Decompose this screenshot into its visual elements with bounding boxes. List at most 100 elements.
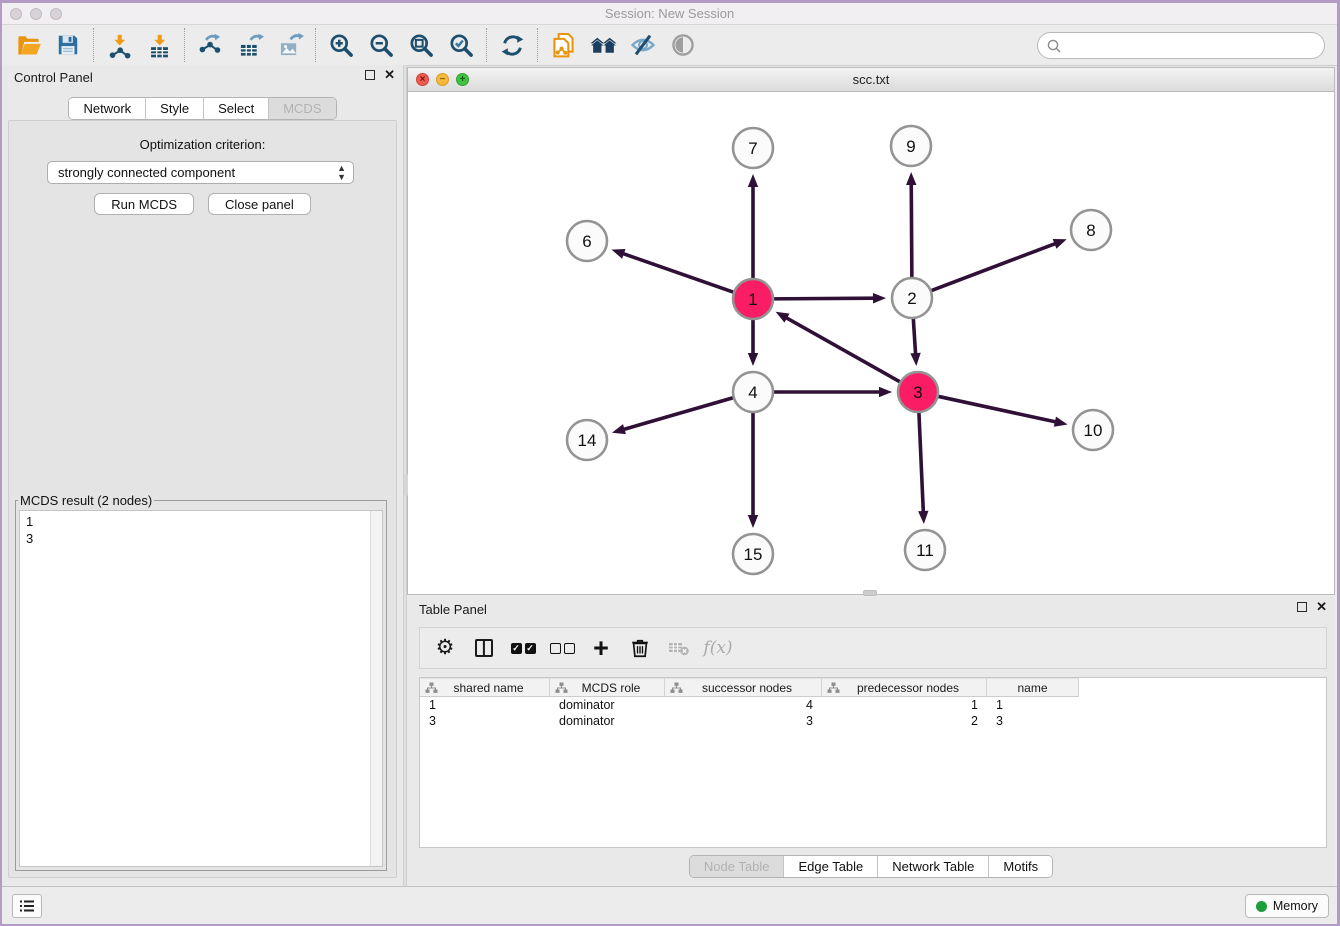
unselect-all-columns-icon[interactable] <box>547 633 577 663</box>
control-panel-float-icon[interactable] <box>365 70 375 80</box>
tab-style[interactable]: Style <box>146 98 204 119</box>
graph-edge-arrowhead <box>612 249 626 259</box>
function-builder-icon: f(x) <box>703 633 733 663</box>
task-history-button[interactable] <box>12 894 42 918</box>
splitter-grip-icon[interactable] <box>863 590 877 596</box>
export-table-icon[interactable] <box>230 27 270 63</box>
graph-edge-3-10[interactable] <box>936 396 1057 422</box>
tab-motifs[interactable]: Motifs <box>989 856 1052 877</box>
tab-node-table[interactable]: Node Table <box>690 856 785 877</box>
hide-graphics-details-icon[interactable] <box>623 27 663 63</box>
graph-edge-2-9[interactable] <box>911 183 912 280</box>
table-cell[interactable]: 3 <box>420 713 550 729</box>
graph-node-label: 3 <box>913 383 922 402</box>
column-type-icon <box>670 682 683 694</box>
table-cell[interactable]: 2 <box>822 713 987 729</box>
search-box[interactable] <box>1037 32 1325 59</box>
graph-edge-1-2[interactable] <box>771 298 875 299</box>
main-titlebar: Session: New Session <box>2 3 1337 25</box>
table-cell[interactable]: 3 <box>987 713 1079 729</box>
graph-edge-1-6[interactable] <box>622 253 736 293</box>
graph-node-label: 9 <box>906 137 915 156</box>
table-cell[interactable]: 1 <box>822 697 987 713</box>
tab-edge-table[interactable]: Edge Table <box>784 856 878 877</box>
tab-network[interactable]: Network <box>69 98 146 119</box>
table-cell[interactable]: dominator <box>550 713 665 729</box>
create-column-icon[interactable]: + <box>586 633 616 663</box>
first-neighbors-icon[interactable] <box>583 27 623 63</box>
toolbar-separator <box>93 28 94 62</box>
graph-edge-arrowhead <box>776 312 790 323</box>
graph-node-label: 11 <box>916 541 934 560</box>
table-row[interactable]: 3dominator323 <box>420 713 1326 729</box>
table-panel-float-icon[interactable] <box>1297 602 1307 612</box>
memory-status-icon <box>1256 901 1267 912</box>
graph-edge-3-11[interactable] <box>919 410 924 513</box>
column-header-mcds-role[interactable]: MCDS role <box>550 678 665 697</box>
run-mcds-button[interactable]: Run MCDS <box>94 193 194 215</box>
splitter-grip-icon[interactable] <box>404 474 408 496</box>
memory-button[interactable]: Memory <box>1245 894 1329 918</box>
control-panel-close-icon[interactable]: ✕ <box>384 70 395 80</box>
optimization-criterion-select[interactable]: strongly connected component ▲▼ <box>47 161 354 184</box>
graph-edge-4-14[interactable] <box>623 397 736 430</box>
mcds-result-area[interactable]: 1 3 <box>19 510 383 867</box>
network-window-titlebar[interactable]: × − + scc.txt <box>408 68 1334 92</box>
select-all-columns-icon[interactable]: ✓✓ <box>508 633 538 663</box>
graph-edge-arrowhead <box>873 293 886 303</box>
control-panel: Control Panel ✕ NetworkStyleSelectMCDS O… <box>2 65 403 886</box>
zoom-in-icon[interactable] <box>321 27 361 63</box>
graph-node-label: 15 <box>744 545 763 564</box>
graph-edge-3-1[interactable] <box>785 317 902 383</box>
close-panel-button[interactable]: Close panel <box>208 193 311 215</box>
optimization-criterion-value: strongly connected component <box>58 165 235 180</box>
open-session-icon[interactable] <box>8 27 48 63</box>
graph-edge-arrowhead <box>1054 417 1068 427</box>
zoom-fit-icon[interactable] <box>401 27 441 63</box>
table-cell[interactable]: 1 <box>987 697 1079 713</box>
graph-node-label: 1 <box>748 290 757 309</box>
table-panel-close-icon[interactable]: ✕ <box>1316 602 1327 612</box>
graph-edge-arrowhead <box>879 387 892 397</box>
tab-mcds[interactable]: MCDS <box>269 98 335 119</box>
table-row[interactable]: 1dominator411 <box>420 697 1326 713</box>
tab-select[interactable]: Select <box>204 98 269 119</box>
toolbar-separator <box>315 28 316 62</box>
show-columns-icon[interactable] <box>469 633 499 663</box>
table-cell[interactable]: 1 <box>420 697 550 713</box>
zoom-out-icon[interactable] <box>361 27 401 63</box>
graph-edge-2-8[interactable] <box>929 243 1057 291</box>
zoom-selected-icon[interactable] <box>441 27 481 63</box>
column-header-successor-nodes[interactable]: successor nodes <box>665 678 822 697</box>
delete-column-icon[interactable] <box>625 633 655 663</box>
mcds-result-title: MCDS result (2 nodes) <box>18 493 154 508</box>
search-input[interactable] <box>1062 35 1324 57</box>
column-header-name[interactable]: name <box>987 678 1079 697</box>
column-header-predecessor-nodes[interactable]: predecessor nodes <box>822 678 987 697</box>
graph-node-label: 7 <box>748 139 757 158</box>
node-table[interactable]: shared nameMCDS rolesuccessor nodesprede… <box>419 677 1327 848</box>
table-cell[interactable]: dominator <box>550 697 665 713</box>
mcds-panel: Optimization criterion: strongly connect… <box>8 120 397 878</box>
graph-edge-2-3[interactable] <box>913 316 915 355</box>
import-network-icon[interactable] <box>99 27 139 63</box>
graph-edge-arrowhead <box>918 511 928 524</box>
column-header-shared-name[interactable]: shared name <box>420 678 550 697</box>
network-graph[interactable]: 7968124314101511 <box>408 92 1337 594</box>
tab-network-table[interactable]: Network Table <box>878 856 989 877</box>
table-cell[interactable]: 3 <box>665 713 822 729</box>
table-cell[interactable]: 4 <box>665 697 822 713</box>
export-image-icon[interactable] <box>270 27 310 63</box>
apply-layout-icon[interactable] <box>492 27 532 63</box>
clone-network-icon[interactable] <box>543 27 583 63</box>
import-table-icon[interactable] <box>139 27 179 63</box>
graph-node-label: 14 <box>578 431 597 450</box>
network-canvas[interactable]: 7968124314101511 <box>408 92 1334 594</box>
save-session-icon[interactable] <box>48 27 88 63</box>
export-network-icon[interactable] <box>190 27 230 63</box>
search-icon <box>1046 38 1062 54</box>
network-view-window: × − + scc.txt 7968124314101511 <box>407 67 1335 595</box>
toolbar-separator <box>537 28 538 62</box>
result-scrollbar[interactable] <box>370 511 382 866</box>
table-settings-icon[interactable]: ⚙ <box>430 633 460 663</box>
